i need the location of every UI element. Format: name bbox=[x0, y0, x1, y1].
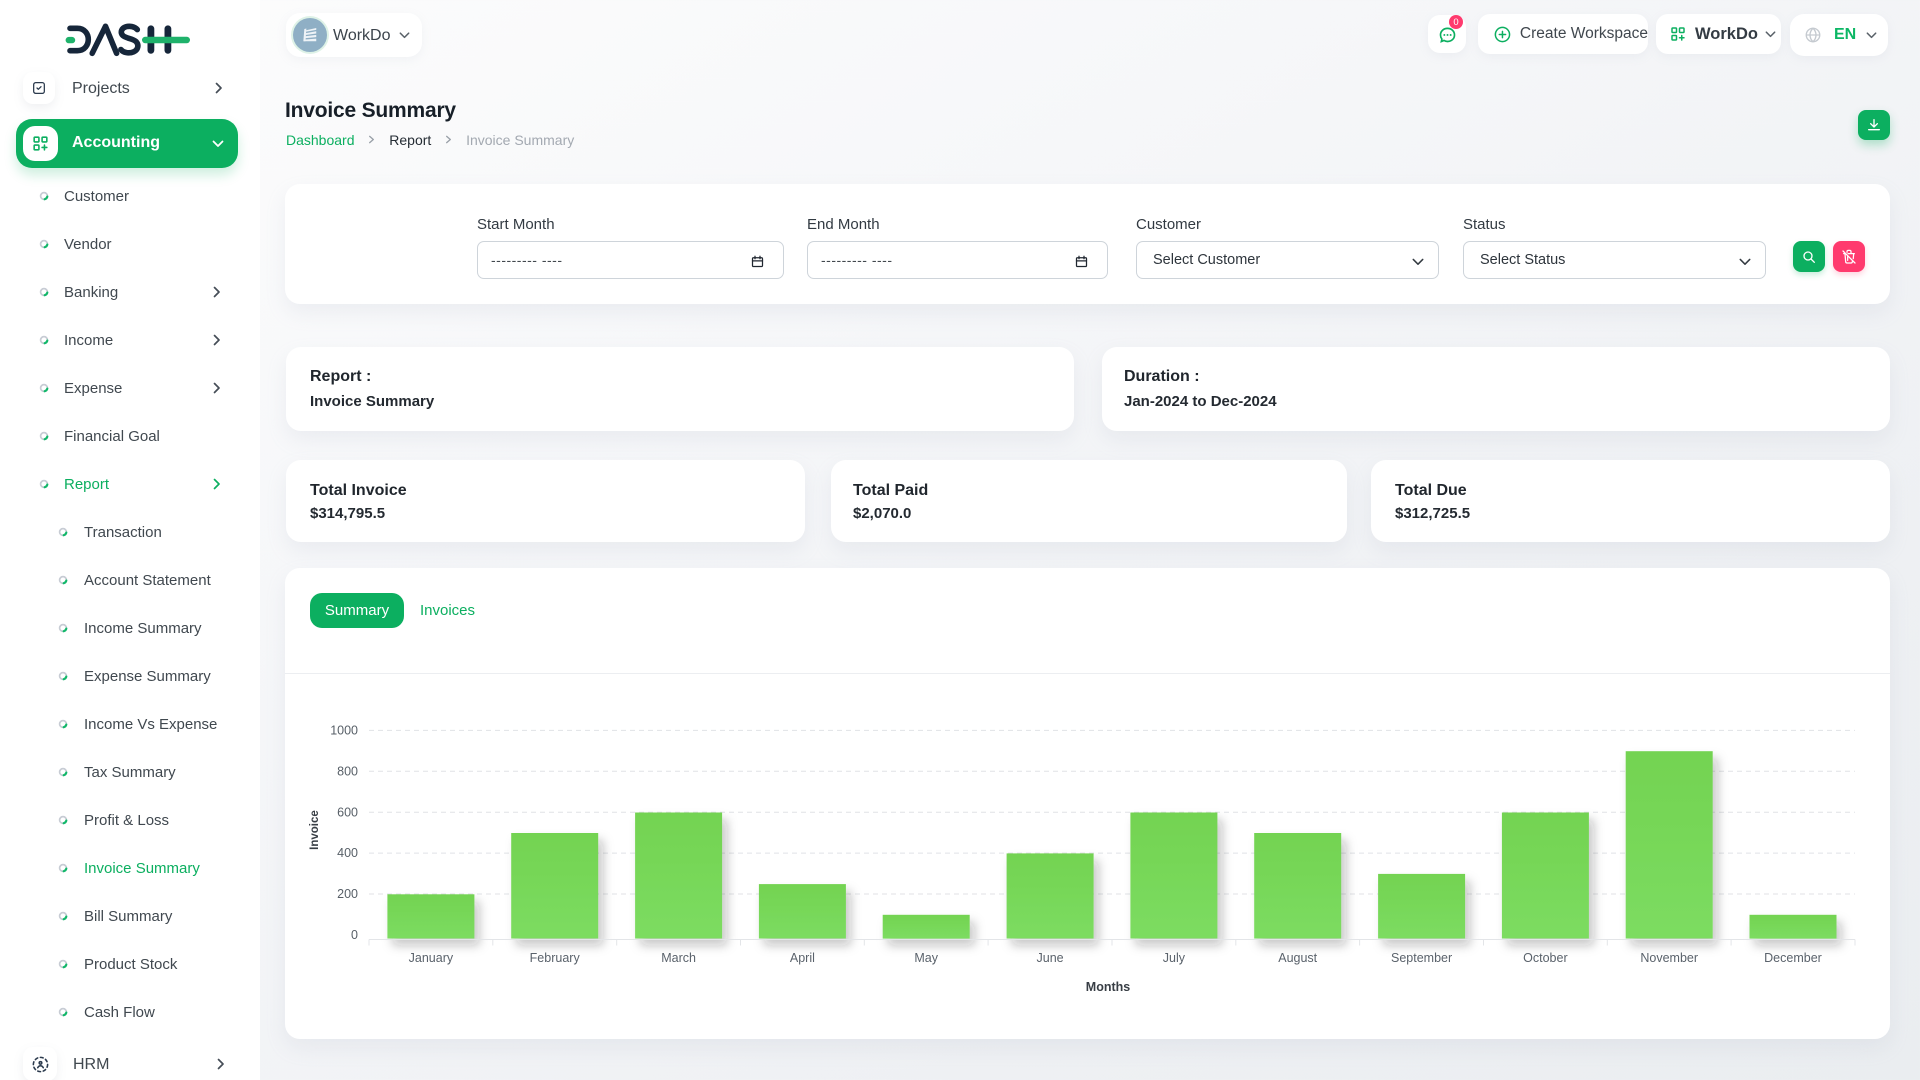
svg-text:April: April bbox=[790, 951, 815, 965]
svg-text:August: August bbox=[1278, 951, 1317, 965]
svg-text:November: November bbox=[1640, 951, 1698, 965]
svg-text:600: 600 bbox=[337, 805, 358, 819]
svg-text:December: December bbox=[1764, 951, 1822, 965]
svg-text:200: 200 bbox=[337, 887, 358, 901]
svg-text:1000: 1000 bbox=[330, 724, 358, 738]
svg-text:Months: Months bbox=[1086, 980, 1130, 994]
svg-text:May: May bbox=[914, 951, 938, 965]
svg-text:800: 800 bbox=[337, 764, 358, 778]
svg-text:March: March bbox=[661, 951, 696, 965]
svg-text:June: June bbox=[1037, 951, 1064, 965]
svg-text:January: January bbox=[409, 951, 454, 965]
svg-text:400: 400 bbox=[337, 846, 358, 860]
svg-text:October: October bbox=[1523, 951, 1567, 965]
svg-text:Invoice: Invoice bbox=[309, 810, 321, 850]
svg-text:February: February bbox=[530, 951, 581, 965]
svg-text:July: July bbox=[1163, 951, 1186, 965]
svg-text:0: 0 bbox=[351, 928, 358, 942]
svg-text:September: September bbox=[1391, 951, 1452, 965]
